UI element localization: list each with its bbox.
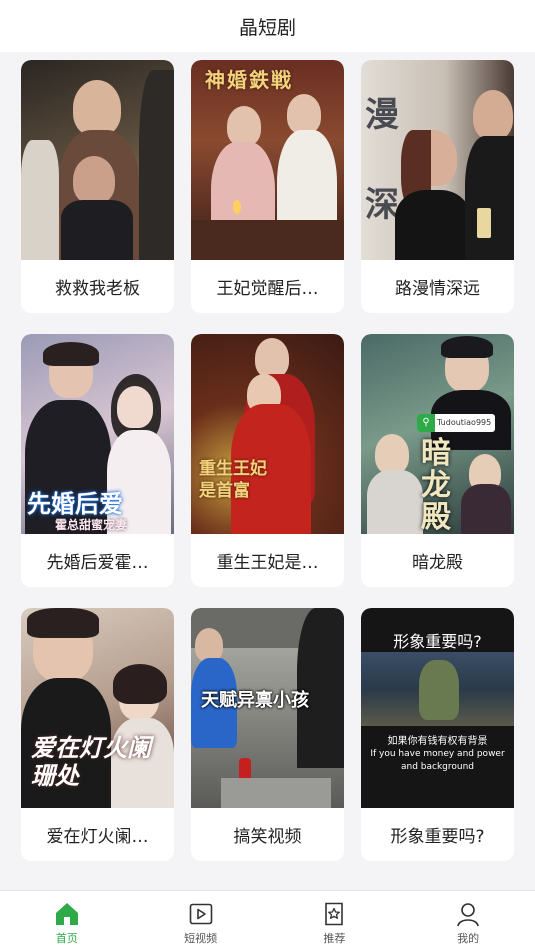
- drama-title: 先婚后爱霍…: [46, 553, 149, 573]
- poster-title-text: 天赋异禀小孩: [201, 690, 309, 711]
- drama-poster: 爱在灯火阑珊处: [21, 608, 174, 808]
- poster-title-text: 爱在灯火阑珊处: [31, 734, 151, 790]
- poster-title-text: 神婚鉄戦: [205, 68, 293, 92]
- poster-title-text: 先婚后爱: [27, 490, 123, 518]
- drama-card[interactable]: 天赋异禀小孩 搞笑视频: [191, 608, 344, 861]
- drama-title: 暗龙殿: [412, 553, 463, 573]
- tab-label: 首页: [55, 932, 78, 945]
- drama-title: 路漫情深远: [395, 279, 480, 299]
- drama-card[interactable]: 爱在灯火阑珊处 爱在灯火阑…: [21, 608, 174, 861]
- page-title: 晶短剧: [238, 16, 296, 39]
- tab-label: 推荐: [323, 932, 346, 945]
- poster-title-text: 暗龙殿: [421, 436, 451, 534]
- poster-subtitle-text: 如果你有钱有权有背景: [387, 736, 488, 747]
- drama-title: 搞笑视频: [233, 827, 302, 847]
- drama-poster: ⚲ Tudoutiao995 暗龙殿: [361, 334, 514, 534]
- drama-title: 重生王妃是…: [216, 553, 319, 573]
- poster-title-text: 形象重要吗?: [393, 632, 482, 651]
- drama-title: 形象重要吗?: [390, 827, 485, 847]
- drama-card[interactable]: ⚲ Tudoutiao995 暗龙殿 暗龙殿: [361, 334, 514, 587]
- tab-recommend[interactable]: 推荐: [268, 891, 402, 951]
- tab-short-video[interactable]: 短视频: [134, 891, 268, 951]
- drama-poster: 先婚后爱 霍总甜蜜宠妻: [21, 334, 174, 534]
- poster-subtitle-en-text: If you have money and power and backgrou…: [370, 749, 505, 772]
- drama-title: 爱在灯火阑…: [46, 827, 149, 847]
- search-icon: ⚲: [417, 414, 435, 432]
- poster-subtitle-text: 霍总甜蜜宠妻: [55, 518, 128, 532]
- tab-label: 短视频: [184, 932, 218, 945]
- poster-title-text: 重生王妃是首富: [199, 459, 267, 501]
- star-icon: [325, 902, 344, 926]
- drama-poster: 天赋异禀小孩: [191, 608, 344, 808]
- drama-poster: 漫 深: [361, 60, 514, 260]
- drama-title: 王妃觉醒后…: [216, 279, 319, 299]
- play-icon: [189, 903, 212, 925]
- user-icon: [457, 903, 479, 927]
- home-icon: [55, 903, 78, 925]
- watermark-badge: ⚲ Tudoutiao995: [417, 414, 496, 432]
- drama-card[interactable]: 救救我老板: [21, 60, 174, 313]
- drama-card[interactable]: 形象重要吗? 如果你有钱有权有背景 If you have money and …: [361, 608, 514, 861]
- drama-grid: 救救我老板 神婚鉄戦 王妃觉醒后… 漫 深 路漫情深远 先婚后爱 霍总甜蜜宠妻 …: [21, 60, 514, 861]
- tab-mine[interactable]: 我的: [401, 891, 535, 951]
- drama-card[interactable]: 漫 深 路漫情深远: [361, 60, 514, 313]
- tab-home[interactable]: 首页: [0, 891, 134, 951]
- drama-card[interactable]: 重生王妃是首富 重生王妃是…: [191, 334, 344, 587]
- drama-poster: 神婚鉄戦: [191, 60, 344, 260]
- tab-label: 我的: [457, 932, 480, 945]
- drama-title: 救救我老板: [55, 279, 140, 299]
- drama-poster: 重生王妃是首富: [191, 334, 344, 534]
- drama-card[interactable]: 先婚后爱 霍总甜蜜宠妻 先婚后爱霍…: [21, 334, 174, 587]
- top-bar: 晶短剧: [0, 0, 535, 52]
- drama-poster: [21, 60, 174, 260]
- bottom-tab-bar: 首页 短视频 推荐 我的: [0, 890, 535, 951]
- drama-poster: 形象重要吗? 如果你有钱有权有背景 If you have money and …: [361, 608, 514, 808]
- drama-card[interactable]: 神婚鉄戦 王妃觉醒后…: [191, 60, 344, 313]
